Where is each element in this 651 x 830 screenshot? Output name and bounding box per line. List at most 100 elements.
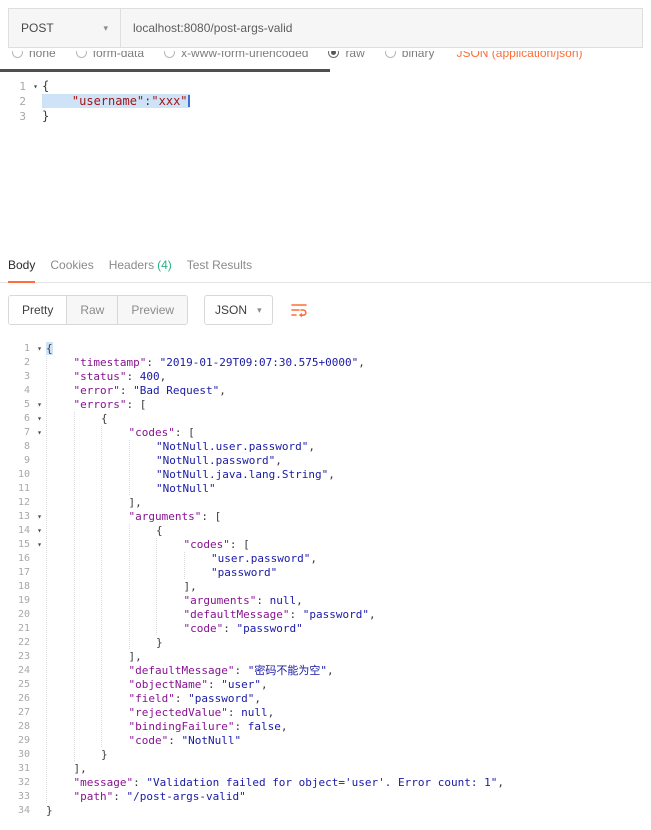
fold-toggle-icon[interactable]: ▾: [33, 412, 46, 426]
code-line[interactable]: 31 ],: [0, 762, 651, 776]
code-line[interactable]: 9 "NotNull.password",: [0, 454, 651, 468]
fold-toggle-icon[interactable]: ▾: [33, 524, 46, 538]
chevron-down-icon: ▾: [103, 22, 108, 33]
code-line[interactable]: 13 ▾ "arguments": [: [0, 510, 651, 524]
code-line[interactable]: 23 ],: [0, 650, 651, 664]
url-input[interactable]: [121, 8, 643, 48]
code-line[interactable]: 7 ▾ "codes": [: [0, 426, 651, 440]
line-number: 26: [17, 693, 30, 704]
tab-test-results[interactable]: Test Results: [187, 248, 252, 282]
code-line[interactable]: 15 ▾ "codes": [: [0, 538, 651, 552]
fold-toggle-icon: [33, 482, 46, 496]
code-text: "defaultMessage": "密码不能为空",: [46, 664, 651, 678]
code-line[interactable]: 34}: [0, 804, 651, 818]
line-number: 3: [19, 110, 26, 123]
body-type-option-none[interactable]: none: [12, 51, 56, 60]
code-line[interactable]: 11 "NotNull": [0, 482, 651, 496]
tab-headers[interactable]: Headers (4): [109, 248, 172, 282]
code-line[interactable]: 1 ▾{: [0, 79, 651, 94]
pretty-view-button[interactable]: Pretty: [9, 296, 68, 324]
body-type-option-x-www-form-urlencoded[interactable]: x-www-form-urlencoded: [164, 51, 308, 60]
code-line[interactable]: 12 ],: [0, 496, 651, 510]
code-line[interactable]: 1 ▾{: [0, 342, 651, 356]
code-line[interactable]: 25 "objectName": "user",: [0, 678, 651, 692]
code-line[interactable]: 3}: [0, 109, 651, 124]
fold-toggle-icon: [33, 706, 46, 720]
line-number: 9: [23, 455, 30, 466]
fold-toggle-icon: [29, 94, 42, 109]
code-line[interactable]: 6 ▾ {: [0, 412, 651, 426]
fold-toggle-icon: [33, 440, 46, 454]
preview-view-button[interactable]: Preview: [118, 296, 188, 324]
text-selection: {: [46, 342, 53, 355]
code-line[interactable]: 30 }: [0, 748, 651, 762]
code-line[interactable]: 29 "code": "NotNull": [0, 734, 651, 748]
code-line[interactable]: 2 "username":"xxx": [0, 94, 651, 109]
method-dropdown[interactable]: POST ▾: [8, 8, 121, 48]
code-text: "rejectedValue": null,: [46, 706, 651, 720]
fold-toggle-icon: [33, 370, 46, 384]
line-number: 11: [17, 483, 30, 494]
line-number: 1: [19, 80, 26, 93]
code-line[interactable]: 8 "NotNull.user.password",: [0, 440, 651, 454]
text-selection: "username":"xxx": [42, 94, 190, 108]
code-line[interactable]: 32 "message": "Validation failed for obj…: [0, 776, 651, 790]
content-type-dropdown[interactable]: JSON (application/json): [456, 51, 582, 60]
line-number: 10: [17, 469, 30, 480]
format-dropdown[interactable]: JSON ▾: [204, 295, 273, 325]
code-line[interactable]: 26 "field": "password",: [0, 692, 651, 706]
line-number: 3: [23, 371, 30, 382]
code-line[interactable]: 21 "code": "password": [0, 622, 651, 636]
request-body-editor[interactable]: 1 ▾{2 "username":"xxx" 3}: [0, 72, 651, 248]
body-type-option-label: raw: [345, 51, 365, 60]
line-number: 28: [17, 721, 30, 732]
body-type-row: none form-data x-www-form-urlencoded raw bin…: [0, 51, 651, 66]
code-line[interactable]: 4 "error": "Bad Request",: [0, 384, 651, 398]
code-line[interactable]: 2 "timestamp": "2019-01-29T09:07:30.575+…: [0, 356, 651, 370]
fold-toggle-icon: [33, 664, 46, 678]
code-line[interactable]: 19 "arguments": null,: [0, 594, 651, 608]
line-number: 4: [23, 385, 30, 396]
wrap-lines-icon[interactable]: [289, 300, 309, 320]
code-line[interactable]: 5 ▾ "errors": [: [0, 398, 651, 412]
code-line[interactable]: 22 }: [0, 636, 651, 650]
code-text: }: [46, 748, 651, 762]
response-body-viewer[interactable]: 1 ▾{2 "timestamp": "2019-01-29T09:07:30.5…: [0, 337, 651, 818]
code-line[interactable]: 10 "NotNull.java.lang.String",: [0, 468, 651, 482]
line-number: 15: [17, 539, 30, 550]
fold-toggle-icon[interactable]: ▾: [33, 342, 46, 356]
body-type-option-raw[interactable]: raw: [328, 51, 365, 60]
code-text: "NotNull.java.lang.String",: [46, 468, 651, 482]
body-type-option-label: binary: [401, 51, 435, 60]
code-text: "objectName": "user",: [46, 678, 651, 692]
tab-body[interactable]: Body: [8, 248, 36, 283]
tab-cookies[interactable]: Cookies: [50, 248, 93, 282]
code-text: "password": [46, 566, 651, 580]
fold-toggle-icon: [33, 650, 46, 664]
fold-toggle-icon[interactable]: ▾: [33, 426, 46, 440]
code-line[interactable]: 18 ],: [0, 580, 651, 594]
code-line[interactable]: 16 "user.password",: [0, 552, 651, 566]
code-line[interactable]: 3 "status": 400,: [0, 370, 651, 384]
raw-view-button[interactable]: Raw: [67, 296, 119, 324]
body-type-option-binary[interactable]: binary: [384, 51, 435, 60]
fold-toggle-icon[interactable]: ▾: [33, 538, 46, 552]
code-line[interactable]: 17 "password": [0, 566, 651, 580]
code-line[interactable]: 27 "rejectedValue": null,: [0, 706, 651, 720]
code-line[interactable]: 24 "defaultMessage": "密码不能为空",: [0, 664, 651, 678]
code-line[interactable]: 20 "defaultMessage": "password",: [0, 608, 651, 622]
line-number: 12: [17, 497, 30, 508]
line-number: 31: [17, 763, 30, 774]
body-type-option-form-data[interactable]: form-data: [75, 51, 144, 60]
fold-toggle-icon[interactable]: ▾: [33, 398, 46, 412]
code-text: "error": "Bad Request",: [46, 384, 651, 398]
code-text: {: [46, 524, 651, 538]
code-line[interactable]: 14 ▾ {: [0, 524, 651, 538]
code-text: "arguments": null,: [46, 594, 651, 608]
fold-toggle-icon[interactable]: ▾: [29, 79, 42, 94]
fold-toggle-icon[interactable]: ▾: [33, 510, 46, 524]
code-text: "codes": [: [46, 426, 651, 440]
fold-toggle-icon: [33, 692, 46, 706]
code-line[interactable]: 28 "bindingFailure": false,: [0, 720, 651, 734]
code-line[interactable]: 33 "path": "/post-args-valid": [0, 790, 651, 804]
